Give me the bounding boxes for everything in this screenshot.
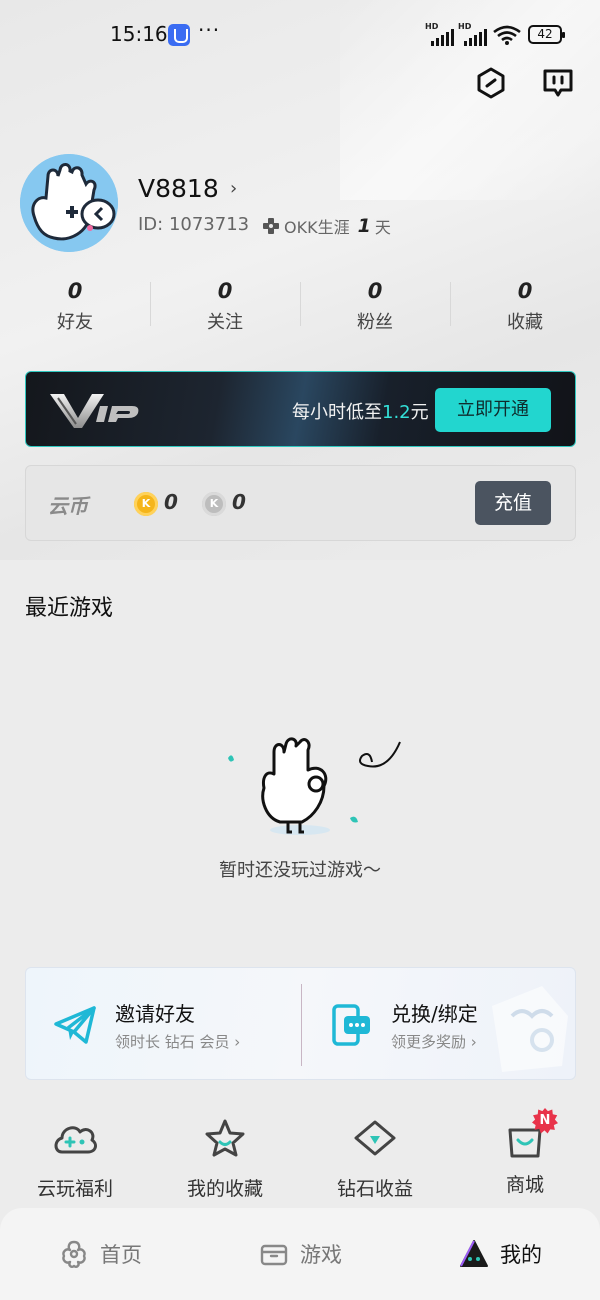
status-bar: 15:16 ··· HD HD 42 <box>0 0 600 68</box>
vip-open-button[interactable]: 立即开通 <box>435 388 551 432</box>
chat-icon[interactable] <box>541 66 575 100</box>
quick-label: 钻石收益 <box>336 1178 413 1200</box>
stat-following[interactable]: 0 关注 <box>150 278 300 334</box>
career-days: 1 <box>357 215 371 237</box>
quick-diamond-earnings[interactable]: 钻石收益 <box>300 1118 450 1200</box>
more-notifications-icon: ··· <box>198 18 221 42</box>
stat-fans[interactable]: 0 粉丝 <box>300 278 450 334</box>
vip-logo <box>50 394 139 428</box>
stat-label: 好友 <box>57 312 93 333</box>
wifi-icon <box>493 25 521 45</box>
silver-coin-value: 0 <box>232 490 246 514</box>
empty-hand-ok-icon <box>228 737 401 835</box>
diamond-icon <box>354 1120 396 1156</box>
silver-coin-icon: K <box>202 492 226 516</box>
signal-icon: HD <box>425 22 457 46</box>
avatar[interactable] <box>20 154 118 252</box>
user-id: ID: 1073713 <box>138 214 250 235</box>
avatar-mascot-icon <box>20 154 118 252</box>
vip-banner[interactable]: 每小时低至1.2元 立即开通 <box>25 371 576 447</box>
gold-coin-icon: K <box>134 492 158 516</box>
bottom-navigation: 首页 游戏 我的 <box>0 1208 600 1300</box>
nav-label: 游戏 <box>300 1243 342 1267</box>
stat-value: 0 <box>517 279 533 303</box>
stats-row: 0 好友 0 关注 0 粉丝 0 收藏 <box>0 278 600 334</box>
stat-value: 0 <box>217 279 233 303</box>
recent-games-title: 最近游戏 <box>25 596 114 621</box>
phone-redeem-icon <box>332 1004 370 1046</box>
invite-title: 邀请好友 <box>115 1002 195 1026</box>
stat-favorites[interactable]: 0 收藏 <box>450 278 600 334</box>
nav-mine[interactable]: 我的 <box>400 1208 600 1300</box>
decorative-box-icon <box>492 986 568 1072</box>
stat-label: 收藏 <box>507 312 543 333</box>
promo-card: 邀请好友 领时长 钻石 会员 › 兑换/绑定 领更多奖励 › <box>25 967 576 1080</box>
quick-cloud-welfare[interactable]: 云玩福利 <box>0 1118 150 1200</box>
hexagon-settings-icon[interactable] <box>474 66 508 100</box>
mine-face-icon <box>460 1240 488 1267</box>
redeem-title: 兑换/绑定 <box>391 1002 478 1026</box>
stat-value: 0 <box>367 279 383 303</box>
nav-games[interactable]: 游戏 <box>200 1208 400 1300</box>
paper-plane-icon <box>54 1006 96 1044</box>
username[interactable]: V8818 <box>138 174 219 203</box>
status-time: 15:16 <box>110 22 168 46</box>
vip-price: 1.2 <box>382 402 411 423</box>
cloud-coin-card: 云币 K 0 K 0 充值 <box>25 465 576 541</box>
signal-icon: HD <box>458 22 490 46</box>
stat-value: 0 <box>67 279 83 303</box>
box-icon <box>260 1244 288 1266</box>
app-notification-icon <box>168 24 190 46</box>
stat-label: 关注 <box>207 312 243 333</box>
quick-my-favorites[interactable]: 我的收藏 <box>150 1118 300 1200</box>
career-unit: 天 <box>374 218 391 237</box>
quick-label: 我的收藏 <box>186 1178 263 1200</box>
quick-mall[interactable]: N 商城 <box>450 1108 600 1198</box>
battery-indicator: 42 <box>528 25 565 44</box>
chevron-right-icon[interactable]: › <box>230 178 237 199</box>
stat-label: 粉丝 <box>357 312 393 333</box>
nav-label: 我的 <box>500 1243 542 1267</box>
career-info: OKK生涯 1 天 <box>262 214 391 238</box>
gold-coin-value: 0 <box>164 490 178 514</box>
nav-label: 首页 <box>100 1243 142 1267</box>
star-icon <box>205 1119 245 1157</box>
stat-friends[interactable]: 0 好友 <box>0 278 150 334</box>
gamepad-cross-icon <box>263 218 279 234</box>
quick-label: 云玩福利 <box>36 1178 113 1200</box>
redeem-subtitle: 领更多奖励 › <box>391 1033 477 1051</box>
gamepad-cloud-icon <box>54 1126 97 1154</box>
recharge-button[interactable]: 充值 <box>475 481 551 525</box>
invite-friends-entry[interactable]: 邀请好友 领时长 钻石 会员 › <box>26 968 301 1081</box>
nav-home[interactable]: 首页 <box>0 1208 200 1300</box>
coin-title: 云币 <box>48 494 88 518</box>
vip-promo-text: 每小时低至1.2元 <box>292 402 429 423</box>
invite-subtitle: 领时长 钻石 会员 › <box>115 1033 241 1051</box>
shopping-bag-wrapper: N <box>502 1108 558 1158</box>
career-label: OKK生涯 <box>284 218 350 237</box>
redeem-bind-entry[interactable]: 兑换/绑定 领更多奖励 › <box>302 968 576 1081</box>
home-clover-icon <box>62 1240 86 1268</box>
quick-label: 商城 <box>505 1174 544 1196</box>
quick-actions: 云玩福利 我的收藏 钻石收益 N 商城 <box>0 1108 600 1200</box>
empty-games-text: 暂时还没玩过游戏～ <box>219 860 381 881</box>
